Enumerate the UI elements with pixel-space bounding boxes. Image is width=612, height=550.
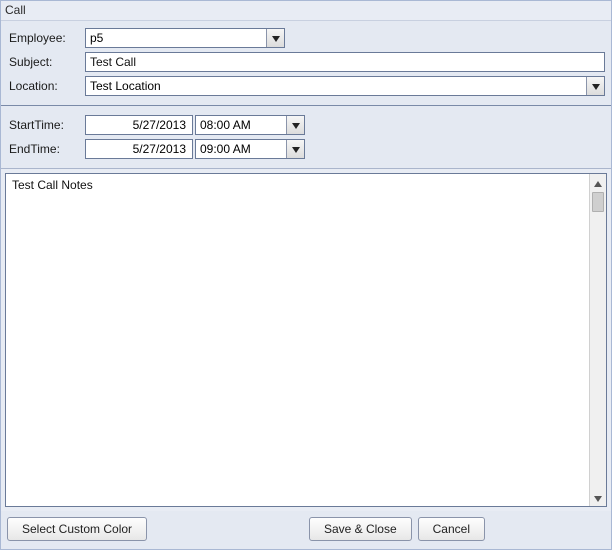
starttime-label: StartTime: (7, 118, 85, 132)
end-time-value: 09:00 AM (196, 140, 286, 158)
notes-textarea[interactable] (6, 174, 589, 506)
chevron-down-icon (292, 118, 300, 132)
start-time-combo[interactable]: 08:00 AM (195, 115, 305, 135)
scroll-thumb[interactable] (592, 192, 604, 212)
call-dialog: Call Employee: p5 Subject: Location: Tes… (0, 0, 612, 550)
scroll-up-button[interactable] (590, 174, 606, 191)
location-dropdown-button[interactable] (586, 77, 604, 95)
employee-combo[interactable]: p5 (85, 28, 285, 48)
location-combo[interactable]: Test Location (85, 76, 605, 96)
start-time-value: 08:00 AM (196, 116, 286, 134)
subject-label: Subject: (7, 55, 85, 69)
end-date-input[interactable] (85, 139, 193, 159)
chevron-down-icon (292, 142, 300, 156)
form-time-section: StartTime: 08:00 AM EndTime: 09:00 AM (1, 106, 611, 169)
start-time-dropdown-button[interactable] (286, 116, 304, 134)
chevron-down-icon (594, 491, 602, 505)
cancel-button[interactable]: Cancel (418, 517, 485, 541)
chevron-up-icon (594, 176, 602, 190)
end-time-combo[interactable]: 09:00 AM (195, 139, 305, 159)
employee-dropdown-button[interactable] (266, 29, 284, 47)
location-label: Location: (7, 79, 85, 93)
select-custom-color-button[interactable]: Select Custom Color (7, 517, 147, 541)
employee-label: Employee: (7, 31, 85, 45)
form-top-section: Employee: p5 Subject: Location: Test Loc… (1, 21, 611, 106)
end-time-dropdown-button[interactable] (286, 140, 304, 158)
start-date-input[interactable] (85, 115, 193, 135)
endtime-label: EndTime: (7, 142, 85, 156)
chevron-down-icon (592, 79, 600, 93)
location-value: Test Location (86, 77, 586, 95)
save-close-button[interactable]: Save & Close (309, 517, 412, 541)
notes-scrollbar[interactable] (589, 174, 606, 506)
subject-input[interactable] (85, 52, 605, 72)
chevron-down-icon (272, 31, 280, 45)
button-bar: Select Custom Color Save & Close Cancel (1, 511, 611, 549)
notes-container (5, 173, 607, 507)
window-title: Call (1, 1, 611, 21)
scroll-down-button[interactable] (590, 489, 606, 506)
employee-value: p5 (86, 29, 266, 47)
